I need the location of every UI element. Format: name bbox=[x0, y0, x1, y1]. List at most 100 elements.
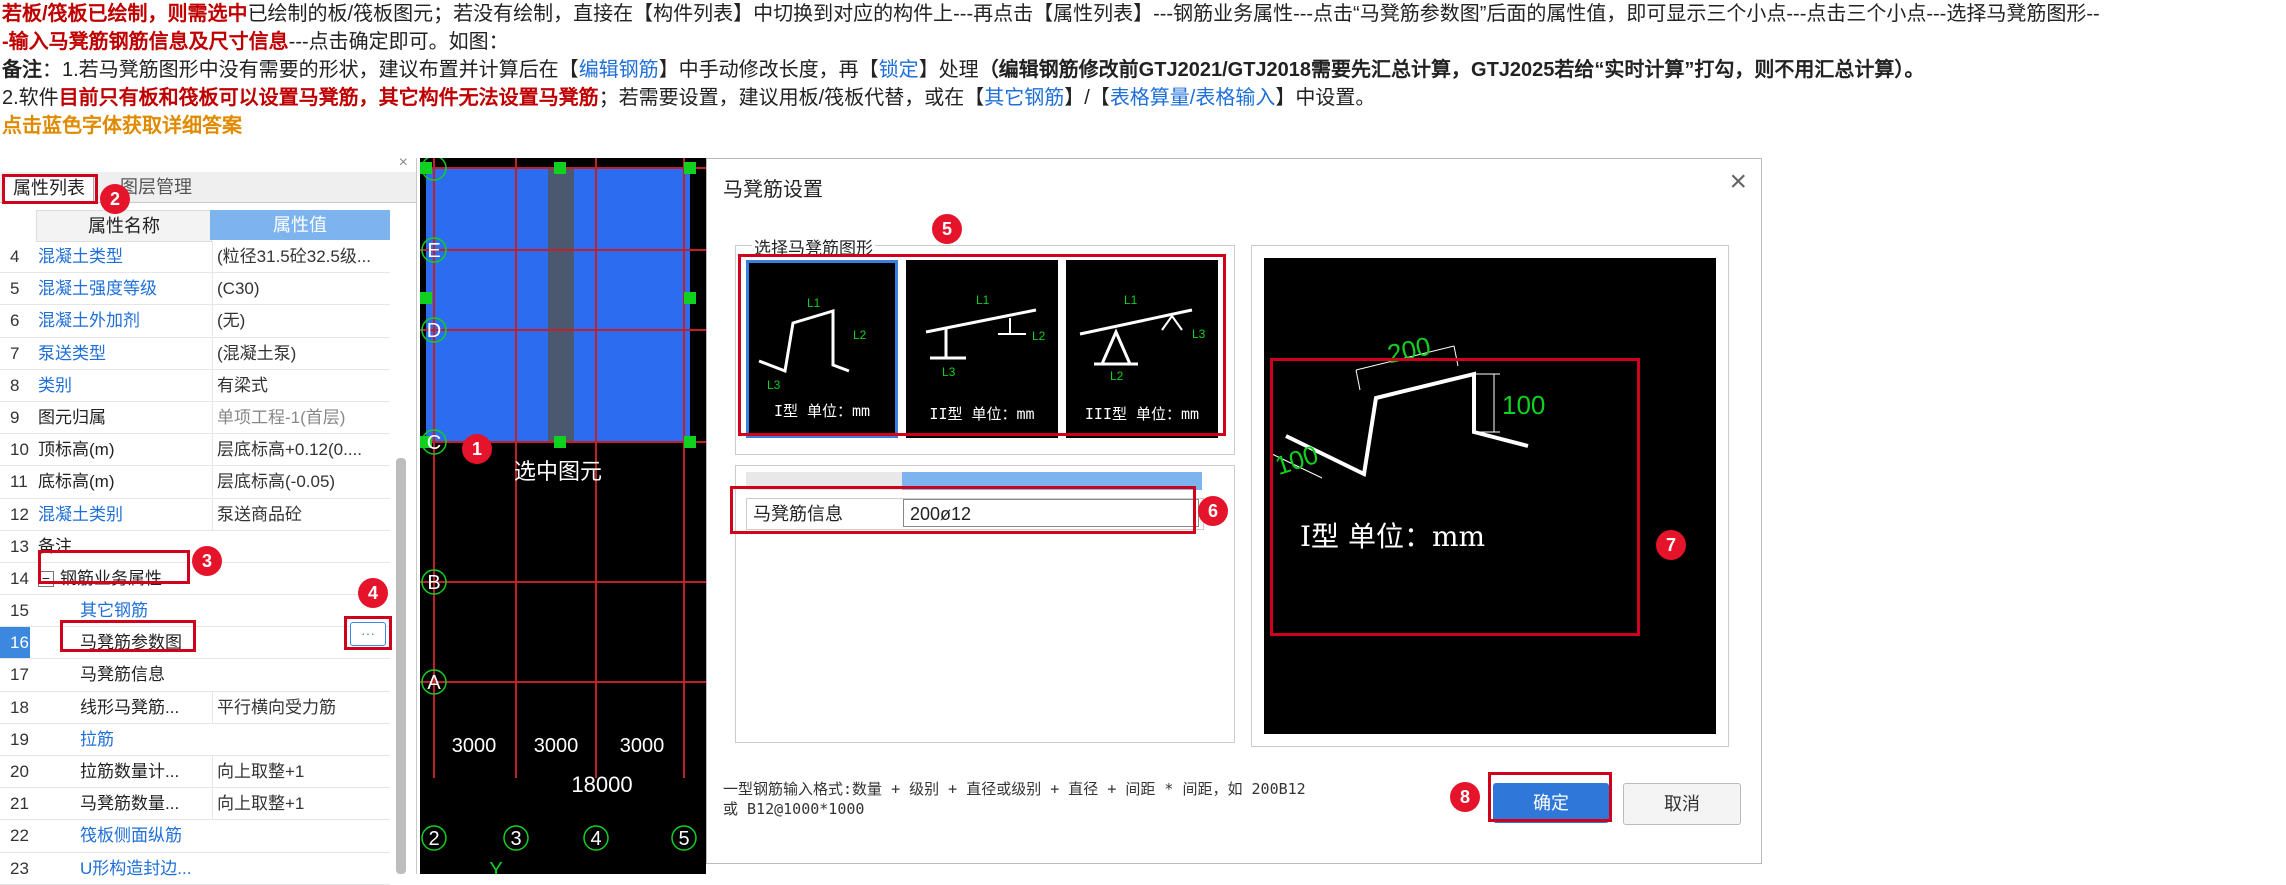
stirrup-settings-dialog: 马凳筋设置 × 选择马凳筋图形 L1 L2 L3 I型 单位：mm L1 L2 bbox=[706, 158, 1762, 864]
property-name[interactable]: 泵送类型 bbox=[38, 338, 210, 369]
property-row[interactable]: 9 图元归属 单项工程-1(首层) bbox=[0, 401, 390, 435]
step-badge-4: 4 bbox=[358, 578, 388, 608]
property-name[interactable]: U形构造封边... bbox=[38, 853, 210, 884]
step-badge-3: 3 bbox=[192, 546, 222, 576]
property-name-text: 马凳筋信息 bbox=[80, 665, 165, 685]
axis-label-3: 3 bbox=[510, 828, 521, 850]
property-row[interactable]: 22 筏板侧面纵筋 bbox=[0, 820, 390, 853]
property-row[interactable]: 16 马凳筋参数图 bbox=[0, 627, 390, 660]
property-row[interactable]: 18 线形马凳筋... 平行横向受力筋 bbox=[0, 691, 390, 724]
property-value[interactable]: 层底标高(-0.05) bbox=[212, 466, 390, 498]
svg-text:L1: L1 bbox=[807, 296, 821, 310]
property-name[interactable]: 混凝土类型 bbox=[38, 241, 210, 272]
property-name[interactable]: 混凝土类别 bbox=[38, 499, 210, 530]
step-badge-8: 8 bbox=[1450, 782, 1480, 812]
property-row[interactable]: 6 混凝土外加剂 (无) bbox=[0, 305, 390, 338]
ellipsis-button[interactable]: ··· bbox=[350, 622, 386, 646]
property-name: 备注 bbox=[38, 531, 210, 562]
row-number: 8 bbox=[10, 375, 20, 395]
property-row[interactable]: 5 混凝土强度等级 (C30) bbox=[0, 273, 390, 306]
axis-label-d: D bbox=[427, 320, 441, 342]
edit-rebar-link[interactable]: 编辑钢筋 bbox=[579, 59, 659, 81]
instruction-highlight: 目前只有板和筏板可以设置马凳筋，其它构件无法设置马凳筋 bbox=[58, 87, 599, 109]
property-name[interactable]: 类别 bbox=[38, 370, 210, 401]
cad-canvas[interactable]: E D C B A 2 3 4 5 3000 3000 3000 18000 Y… bbox=[420, 158, 706, 874]
property-value[interactable]: 向上取整+1 bbox=[212, 788, 390, 820]
property-name[interactable]: 混凝土强度等级 bbox=[38, 273, 210, 304]
property-value[interactable]: (无) bbox=[212, 305, 390, 337]
svg-text:L3: L3 bbox=[767, 378, 781, 392]
scrollbar[interactable] bbox=[396, 458, 406, 874]
tab-property-list[interactable]: 属性列表 bbox=[4, 174, 94, 201]
blue-font-hint[interactable]: 点击蓝色字体获取详细答案 bbox=[2, 112, 242, 140]
row-number: 18 bbox=[10, 697, 29, 717]
ok-button[interactable]: 确定 bbox=[1493, 783, 1609, 823]
row-number: 19 bbox=[10, 729, 29, 749]
property-name[interactable]: 混凝土外加剂 bbox=[38, 305, 210, 336]
shape-type-i[interactable]: L1 L2 L3 I型 单位：mm bbox=[746, 260, 898, 438]
shape-group-label: 选择马凳筋图形 bbox=[752, 234, 875, 259]
property-name-text: 线形马凳筋... bbox=[80, 697, 180, 717]
info-table-header bbox=[746, 472, 1202, 490]
property-value[interactable]: 平行横向受力筋 bbox=[212, 691, 390, 723]
row-number: 12 bbox=[10, 504, 29, 524]
step-badge-5: 5 bbox=[932, 214, 962, 244]
property-name[interactable]: 筏板侧面纵筋 bbox=[38, 820, 210, 851]
property-row[interactable]: 12 混凝土类别 泵送商品砼 bbox=[0, 498, 390, 531]
property-row[interactable]: 17 马凳筋信息 bbox=[0, 659, 390, 692]
property-name-text: 混凝土强度等级 bbox=[38, 279, 157, 299]
step-badge-7: 7 bbox=[1656, 530, 1686, 560]
shape-preview-panel: 200 100 100 I型 单位：mm bbox=[1251, 245, 1729, 747]
property-row[interactable]: 8 类别 有梁式 bbox=[0, 369, 390, 402]
instruction-text: 】处理 bbox=[918, 59, 979, 81]
step-badge-6: 6 bbox=[1198, 496, 1228, 526]
property-name: 拉筋数量计... bbox=[38, 756, 210, 787]
row-number: 10 bbox=[10, 440, 29, 460]
property-value[interactable]: 有梁式 bbox=[212, 369, 390, 401]
property-row[interactable]: 19 拉筋 bbox=[0, 724, 390, 756]
row-number: 21 bbox=[10, 794, 29, 814]
property-name-text: 备注 bbox=[38, 536, 72, 556]
property-value[interactable]: 泵送商品砼 bbox=[212, 498, 390, 530]
preview-caption: I型 单位：mm bbox=[1300, 520, 1485, 553]
property-value[interactable]: 单项工程-1(首层) bbox=[212, 401, 390, 433]
stirrup-info-input[interactable]: 200ø12 bbox=[903, 499, 1199, 527]
property-row[interactable]: 10 顶标高(m) 层底标高+0.12(0.... bbox=[0, 434, 390, 467]
property-name[interactable]: 拉筋 bbox=[38, 724, 210, 755]
property-value[interactable]: (混凝土泵) bbox=[212, 337, 390, 369]
axis-label-c: C bbox=[427, 432, 441, 454]
property-row[interactable]: 15 其它钢筋 bbox=[0, 595, 390, 628]
property-value[interactable]: (粒径31.5砼32.5级... bbox=[212, 241, 390, 272]
property-value[interactable]: 层底标高+0.12(0.... bbox=[212, 434, 390, 466]
close-icon[interactable]: × bbox=[399, 154, 408, 172]
property-value[interactable]: (C30) bbox=[212, 273, 390, 305]
table-input-link[interactable]: 表格算量/表格输入 bbox=[1110, 87, 1276, 109]
stirrup-info-label: 马凳筋信息 bbox=[753, 504, 843, 524]
row-number: 7 bbox=[10, 343, 20, 363]
property-row[interactable]: 23 U形构造封边... bbox=[0, 853, 390, 885]
shape-type-ii[interactable]: L1 L2 L3 II型 单位：mm bbox=[906, 260, 1058, 438]
dialog-close-icon[interactable]: × bbox=[1729, 165, 1747, 199]
property-panel: × 属性列表 图层管理 属性名称 属性值 4 混凝土类型 (粒径31.5砼32.5级… bbox=[0, 154, 417, 885]
property-value[interactable]: 向上取整+1 bbox=[212, 756, 390, 787]
property-row[interactable]: 11 底标高(m) 层底标高(-0.05) bbox=[0, 466, 390, 499]
property-name: 底标高(m) bbox=[38, 466, 210, 497]
cancel-button[interactable]: 取消 bbox=[1623, 783, 1741, 825]
other-rebar-link[interactable]: 其它钢筋 bbox=[984, 87, 1064, 109]
property-row[interactable]: 4 混凝土类型 (粒径31.5砼32.5级... bbox=[0, 241, 390, 274]
property-name-text: 拉筋数量计... bbox=[80, 762, 180, 781]
row-number: 22 bbox=[10, 826, 29, 846]
lock-link[interactable]: 锁定 bbox=[879, 59, 919, 81]
property-name-text: 马凳筋参数图 bbox=[80, 633, 182, 653]
property-name[interactable]: 其它钢筋 bbox=[38, 595, 210, 626]
shape-type-iii[interactable]: L1 L3 L2 III型 单位：mm bbox=[1066, 260, 1218, 438]
property-row[interactable]: 20 拉筋数量计... 向上取整+1 bbox=[0, 756, 390, 789]
y-axis-label: Y bbox=[489, 859, 502, 874]
property-name: 图元归属 bbox=[38, 402, 210, 433]
property-row[interactable]: 21 马凳筋数量... 向上取整+1 bbox=[0, 788, 390, 821]
collapse-icon[interactable]: − bbox=[38, 571, 54, 588]
instruction-text: ：1.若马凳筋图形中没有需要的形状，建议布置并计算后在【 bbox=[42, 59, 579, 81]
axis-label-b: B bbox=[427, 572, 440, 594]
axis-label-4: 4 bbox=[590, 828, 601, 850]
property-row[interactable]: 7 泵送类型 (混凝土泵) bbox=[0, 337, 390, 370]
